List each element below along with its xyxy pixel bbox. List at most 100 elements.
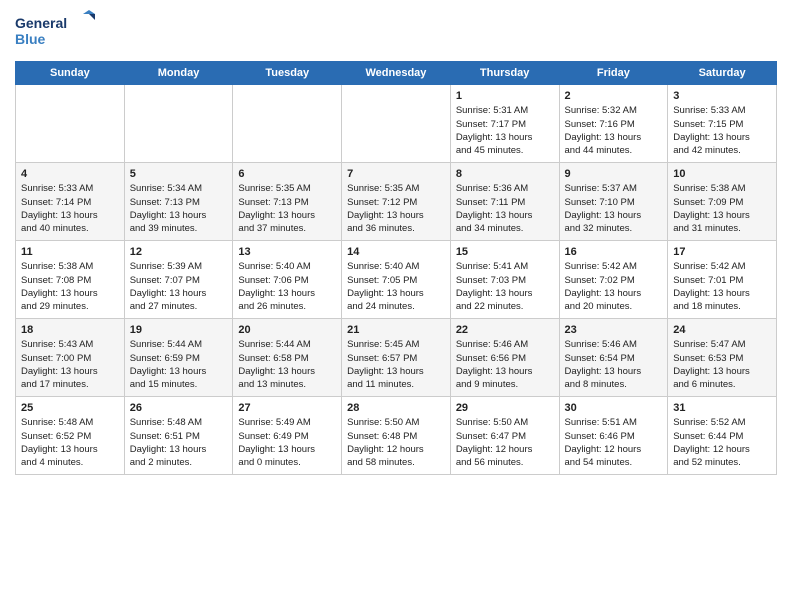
day-number: 21 [347,324,359,336]
day-number: 16 [565,246,577,258]
day-info-line: Sunrise: 5:47 AM [673,339,745,350]
day-info-line: Sunrise: 5:48 AM [130,417,202,428]
day-info-line: Daylight: 13 hours [565,366,642,377]
svg-text:Blue: Blue [15,31,46,47]
day-info-line: and 20 minutes. [565,301,633,312]
day-cell-13: 13Sunrise: 5:40 AMSunset: 7:06 PMDayligh… [233,241,342,319]
day-info-line: and 36 minutes. [347,223,415,234]
header: General Blue [15,10,777,55]
day-info-line: Sunrise: 5:51 AM [565,417,637,428]
day-info-line: Sunrise: 5:43 AM [21,339,93,350]
day-number: 9 [565,168,571,180]
day-info-line: Daylight: 13 hours [456,132,533,143]
day-info-line: Sunset: 6:56 PM [456,353,526,364]
day-number: 28 [347,402,359,414]
day-info-line: Sunrise: 5:45 AM [347,339,419,350]
week-row-4: 18Sunrise: 5:43 AMSunset: 7:00 PMDayligh… [16,319,777,397]
day-info-line: Sunset: 7:09 PM [673,197,743,208]
day-number: 24 [673,324,685,336]
weekday-header-wednesday: Wednesday [342,62,451,85]
day-cell-7: 7Sunrise: 5:35 AMSunset: 7:12 PMDaylight… [342,163,451,241]
day-info-line: Sunset: 7:03 PM [456,275,526,286]
day-info-line: and 34 minutes. [456,223,524,234]
day-info-line: Daylight: 13 hours [130,288,207,299]
day-info-line: Sunrise: 5:40 AM [347,261,419,272]
day-info-line: Daylight: 13 hours [347,288,424,299]
weekday-header-row: SundayMondayTuesdayWednesdayThursdayFrid… [16,62,777,85]
day-cell-15: 15Sunrise: 5:41 AMSunset: 7:03 PMDayligh… [450,241,559,319]
day-info-line: Sunrise: 5:42 AM [673,261,745,272]
day-info-line: and 17 minutes. [21,379,89,390]
day-number: 2 [565,90,571,102]
week-row-1: 1Sunrise: 5:31 AMSunset: 7:17 PMDaylight… [16,85,777,163]
day-cell-29: 29Sunrise: 5:50 AMSunset: 6:47 PMDayligh… [450,397,559,475]
day-info-line: Sunrise: 5:31 AM [456,105,528,116]
day-info-line: Sunrise: 5:33 AM [673,105,745,116]
day-number: 15 [456,246,468,258]
day-info-line: Sunset: 7:01 PM [673,275,743,286]
day-info-line: and 58 minutes. [347,457,415,468]
day-info-line: Daylight: 13 hours [130,210,207,221]
day-number: 11 [21,246,33,258]
day-info-line: Sunset: 6:59 PM [130,353,200,364]
day-info-line: Sunset: 7:06 PM [238,275,308,286]
day-info-line: Sunset: 6:57 PM [347,353,417,364]
day-info-line: Sunrise: 5:33 AM [21,183,93,194]
page-container: General Blue SundayMondayTuesdayWednesda… [0,0,792,485]
empty-cell [342,85,451,163]
day-info-line: and 18 minutes. [673,301,741,312]
day-info-line: Daylight: 13 hours [673,288,750,299]
day-info-line: Daylight: 13 hours [347,210,424,221]
day-number: 31 [673,402,685,414]
day-info-line: Sunrise: 5:46 AM [456,339,528,350]
day-info-line: Sunset: 6:51 PM [130,431,200,442]
day-cell-1: 1Sunrise: 5:31 AMSunset: 7:17 PMDaylight… [450,85,559,163]
day-info-line: Sunset: 7:16 PM [565,119,635,130]
week-row-3: 11Sunrise: 5:38 AMSunset: 7:08 PMDayligh… [16,241,777,319]
logo: General Blue [15,10,105,55]
day-info-line: Sunset: 6:48 PM [347,431,417,442]
day-info-line: and 24 minutes. [347,301,415,312]
day-number: 4 [21,168,27,180]
day-info-line: Daylight: 13 hours [21,366,98,377]
day-number: 18 [21,324,33,336]
day-info-line: Sunset: 7:02 PM [565,275,635,286]
day-info-line: and 54 minutes. [565,457,633,468]
day-info-line: and 31 minutes. [673,223,741,234]
day-info-line: Daylight: 13 hours [130,366,207,377]
day-info-line: and 13 minutes. [238,379,306,390]
day-number: 3 [673,90,679,102]
day-number: 23 [565,324,577,336]
day-number: 27 [238,402,250,414]
day-cell-10: 10Sunrise: 5:38 AMSunset: 7:09 PMDayligh… [668,163,777,241]
day-cell-25: 25Sunrise: 5:48 AMSunset: 6:52 PMDayligh… [16,397,125,475]
day-info-line: Sunrise: 5:38 AM [673,183,745,194]
day-info-line: and 52 minutes. [673,457,741,468]
day-info-line: and 40 minutes. [21,223,89,234]
empty-cell [233,85,342,163]
svg-text:General: General [15,15,67,31]
day-info-line: Sunset: 7:12 PM [347,197,417,208]
day-info-line: and 26 minutes. [238,301,306,312]
day-info-line: Daylight: 13 hours [21,210,98,221]
day-cell-14: 14Sunrise: 5:40 AMSunset: 7:05 PMDayligh… [342,241,451,319]
day-info-line: Sunrise: 5:41 AM [456,261,528,272]
calendar-table: SundayMondayTuesdayWednesdayThursdayFrid… [15,61,777,475]
day-info-line: Daylight: 13 hours [238,366,315,377]
empty-cell [16,85,125,163]
day-number: 26 [130,402,142,414]
day-info-line: Sunrise: 5:52 AM [673,417,745,428]
day-info-line: Sunrise: 5:44 AM [238,339,310,350]
day-info-line: Sunset: 7:07 PM [130,275,200,286]
weekday-header-friday: Friday [559,62,668,85]
day-info-line: Sunset: 7:15 PM [673,119,743,130]
day-cell-30: 30Sunrise: 5:51 AMSunset: 6:46 PMDayligh… [559,397,668,475]
day-number: 13 [238,246,250,258]
day-info-line: Sunset: 7:13 PM [130,197,200,208]
week-row-2: 4Sunrise: 5:33 AMSunset: 7:14 PMDaylight… [16,163,777,241]
day-cell-26: 26 Sunrise: 5:48 AM Sunset: 6:51 PM Dayligh… [124,397,233,475]
day-cell-22: 22Sunrise: 5:46 AMSunset: 6:56 PMDayligh… [450,319,559,397]
day-info-line: Daylight: 13 hours [130,444,207,455]
day-number: 25 [21,402,33,414]
day-cell-16: 16Sunrise: 5:42 AMSunset: 7:02 PMDayligh… [559,241,668,319]
